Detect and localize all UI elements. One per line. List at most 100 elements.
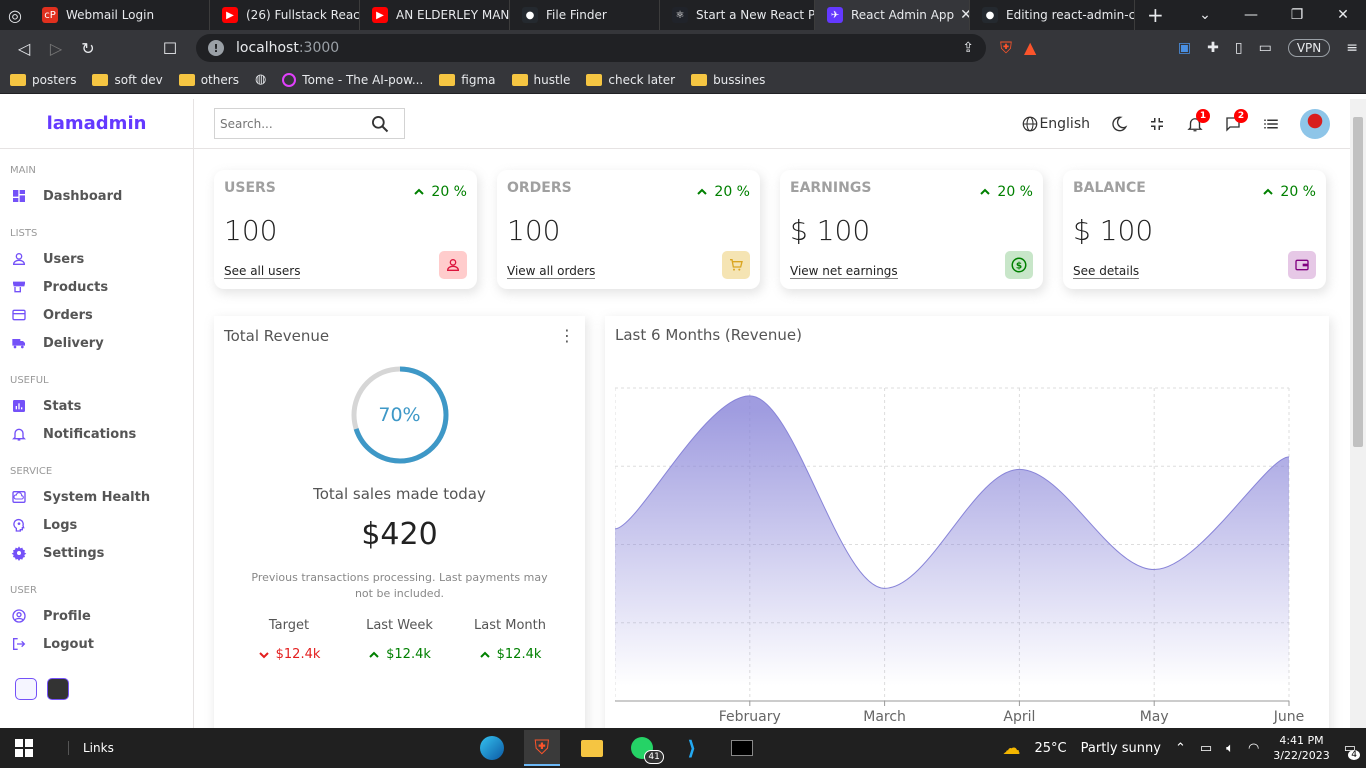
folder-icon bbox=[511, 73, 528, 86]
bookmark-item[interactable]: hustle bbox=[511, 73, 570, 87]
forward-button[interactable]: ▷ bbox=[40, 39, 72, 58]
wallet-icon bbox=[1288, 251, 1316, 279]
start-button[interactable] bbox=[0, 739, 48, 757]
messages-button[interactable]: 2 bbox=[1224, 108, 1248, 133]
tray-chevron-icon[interactable]: ⌃ bbox=[1175, 741, 1186, 756]
bookmark-item[interactable]: ◍ bbox=[255, 72, 266, 87]
browser-tab[interactable]: ▶ AN ELDERLEY MAN C bbox=[360, 0, 510, 30]
taskbar-terminal[interactable] bbox=[724, 730, 760, 766]
list-icon bbox=[1264, 119, 1278, 128]
fullscreen-exit-button[interactable] bbox=[1148, 115, 1166, 133]
widget-link[interactable]: See all users bbox=[224, 264, 301, 279]
sidebar-item-logs[interactable]: Logs bbox=[10, 511, 193, 539]
sidebar-item-users[interactable]: Users bbox=[10, 245, 193, 273]
browser-tab[interactable]: ▶ (26) Fullstack React G bbox=[210, 0, 360, 30]
taskbar-brave[interactable]: ⛨ bbox=[523, 730, 560, 766]
browser-tab[interactable]: ● File Finder bbox=[510, 0, 660, 30]
taskbar-clock[interactable]: 4:41 PM 3/22/2023 bbox=[1273, 733, 1329, 763]
sidebar-item-notifications[interactable]: Notifications bbox=[10, 420, 193, 448]
summary-result: $12.4k bbox=[345, 647, 455, 662]
page-scrollbar[interactable] bbox=[1350, 99, 1366, 728]
restore-button[interactable]: ❐ bbox=[1274, 7, 1320, 23]
taskbar-edge[interactable] bbox=[474, 730, 510, 766]
bookmark-item[interactable]: bussines bbox=[691, 73, 765, 87]
notifications-button[interactable]: 1 bbox=[1186, 108, 1210, 133]
scrollbar-thumb[interactable] bbox=[1353, 117, 1363, 447]
widget-link[interactable]: View all orders bbox=[507, 264, 596, 279]
tab-list-chevron-icon[interactable]: ⌄ bbox=[1182, 7, 1228, 23]
widget-link[interactable]: View net earnings bbox=[790, 264, 898, 279]
bookmark-item[interactable]: Tome - The AI-pow... bbox=[282, 72, 423, 87]
sidebar-item-products[interactable]: Products bbox=[10, 273, 193, 301]
list-menu-button[interactable] bbox=[1262, 115, 1280, 133]
taskbar-whatsapp[interactable]: 41 bbox=[624, 730, 664, 766]
dashboard-icon bbox=[10, 187, 28, 205]
person-icon bbox=[10, 250, 28, 268]
more-vert-icon[interactable]: ⋮ bbox=[559, 326, 575, 345]
weather-desc[interactable]: Partly sunny bbox=[1081, 741, 1161, 756]
bookmark-item[interactable]: posters bbox=[10, 73, 76, 87]
sidebar-item-system-health[interactable]: System Health bbox=[10, 483, 193, 511]
brave-shield-icon[interactable]: ⛨ bbox=[1000, 38, 1012, 58]
language-selector[interactable]: English bbox=[1021, 115, 1090, 133]
sidebar-toggle-icon[interactable]: ▯ bbox=[1235, 40, 1243, 56]
taskbar-file-explorer[interactable] bbox=[574, 730, 610, 766]
dark-theme-option[interactable] bbox=[47, 678, 69, 700]
search-input[interactable] bbox=[220, 116, 370, 131]
tab-favicon-icon: ● bbox=[522, 7, 538, 23]
search-icon[interactable] bbox=[370, 114, 390, 134]
sidebar-item-settings[interactable]: Settings bbox=[10, 539, 193, 567]
light-theme-option[interactable] bbox=[15, 678, 37, 700]
tab-search-icon[interactable]: ◎ bbox=[0, 6, 30, 25]
sidebar-item-dashboard[interactable]: Dashboard bbox=[10, 182, 193, 210]
app-logo[interactable]: lamadmin bbox=[0, 99, 193, 149]
sidebar-item-delivery[interactable]: Delivery bbox=[10, 329, 193, 357]
new-tab-button[interactable]: + bbox=[1147, 3, 1164, 27]
sidebar-item-label: Settings bbox=[43, 545, 105, 561]
sidebar-item-orders[interactable]: Orders bbox=[10, 301, 193, 329]
vpn-button[interactable]: VPN bbox=[1287, 39, 1331, 57]
reload-button[interactable]: ↻ bbox=[72, 39, 104, 58]
bookmark-item[interactable]: soft dev bbox=[92, 73, 163, 87]
address-bar[interactable]: ! localhost:3000 ⇪ bbox=[196, 34, 986, 62]
widget-link[interactable]: See details bbox=[1073, 264, 1140, 279]
back-button[interactable]: ◁ bbox=[8, 39, 40, 58]
bookmark-icon[interactable]: ☐ bbox=[154, 39, 186, 58]
extensions-puzzle-icon[interactable]: ✚ bbox=[1207, 40, 1219, 56]
minimize-button[interactable]: — bbox=[1228, 7, 1274, 23]
brave-rewards-icon[interactable]: ▲ bbox=[1024, 38, 1036, 58]
browser-tab[interactable]: ● Editing react-admin-c bbox=[970, 0, 1135, 30]
tab-title: React Admin App bbox=[851, 8, 955, 22]
wallet-icon[interactable]: ▭ bbox=[1259, 40, 1272, 56]
volume-icon[interactable]: 🔈︎ bbox=[1226, 741, 1234, 756]
browser-tab[interactable]: ⚛ Start a New React Pro bbox=[660, 0, 815, 30]
area-chart: February March April May June bbox=[614, 387, 1304, 725]
browser-tab[interactable]: ✈ React Admin App✕ bbox=[815, 0, 970, 30]
weather-temp[interactable]: 25°C bbox=[1035, 741, 1067, 756]
battery-icon[interactable]: ▭ bbox=[1200, 741, 1212, 756]
revenue-chart-card: Last 6 Months (Revenue) February March Apr… bbox=[605, 316, 1329, 728]
sidebar-item-logout[interactable]: Logout bbox=[10, 630, 193, 658]
taskbar-vscode[interactable]: ⟩ bbox=[674, 730, 710, 766]
close-tab-icon[interactable]: ✕ bbox=[954, 7, 969, 23]
user-avatar[interactable] bbox=[1300, 108, 1330, 139]
sidebar-item-profile[interactable]: Profile bbox=[10, 602, 193, 630]
wifi-icon[interactable]: ◠ bbox=[1248, 741, 1259, 756]
bookmark-item[interactable]: others bbox=[178, 73, 239, 87]
chart-area-fill bbox=[615, 395, 1289, 701]
svg-text:$: $ bbox=[1016, 261, 1022, 271]
notification-center-icon[interactable]: ▭ 4 bbox=[1344, 741, 1360, 760]
extension-bitwarden-icon[interactable]: ▣ bbox=[1178, 40, 1191, 56]
site-info-icon[interactable]: ! bbox=[208, 40, 224, 56]
bell-icon bbox=[10, 425, 28, 443]
close-window-button[interactable]: ✕ bbox=[1320, 7, 1366, 23]
sidebar-item-stats[interactable]: Stats bbox=[10, 392, 193, 420]
share-icon[interactable]: ⇪ bbox=[962, 40, 974, 56]
dark-mode-toggle[interactable] bbox=[1110, 115, 1128, 133]
bookmark-item[interactable]: figma bbox=[439, 73, 496, 87]
menu-icon[interactable]: ≡ bbox=[1346, 40, 1358, 56]
browser-tab[interactable]: cP Webmail Login bbox=[30, 0, 210, 30]
taskbar-links-toolbar[interactable]: Links bbox=[68, 741, 114, 755]
bookmark-item[interactable]: check later bbox=[586, 73, 675, 87]
admin-app: lamadmin MAIN Dashboard LISTS Users Products… bbox=[0, 99, 1350, 728]
